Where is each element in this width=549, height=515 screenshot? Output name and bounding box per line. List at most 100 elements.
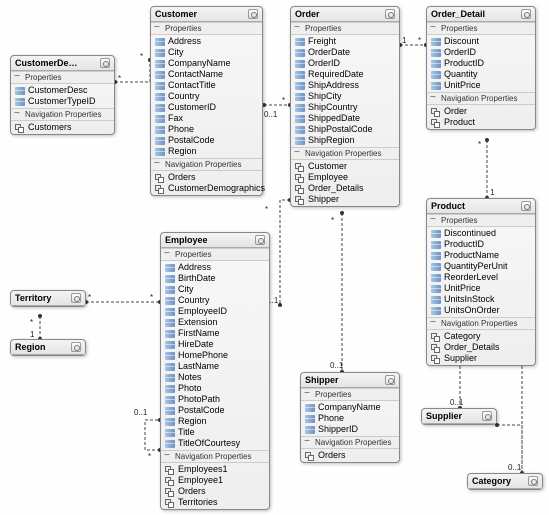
prop-item[interactable]: Address [163, 262, 267, 273]
prop-item[interactable]: OrderID [293, 58, 397, 69]
prop-item[interactable]: Country [163, 295, 267, 306]
collapse-icon[interactable] [14, 74, 22, 82]
section-header-nav[interactable]: Navigation Properties [427, 92, 535, 105]
prop-item[interactable]: HireDate [163, 339, 267, 350]
prop-item[interactable]: CustomerTypeID [13, 96, 112, 107]
prop-item[interactable]: Phone [153, 124, 260, 135]
prop-item[interactable]: Fax [153, 113, 260, 124]
pin-icon[interactable] [248, 9, 258, 19]
section-header-nav[interactable]: Navigation Properties [161, 450, 269, 463]
prop-item[interactable]: BirthDate [163, 273, 267, 284]
prop-item[interactable]: Address [153, 36, 260, 47]
prop-item[interactable]: Photo [163, 383, 267, 394]
entity-header[interactable]: Category [468, 474, 542, 489]
prop-item[interactable]: Phone [303, 413, 397, 424]
prop-item[interactable]: ShipRegion [293, 135, 397, 146]
pin-icon[interactable] [255, 235, 265, 245]
collapse-icon[interactable] [164, 453, 172, 461]
prop-item[interactable]: ProductID [429, 239, 533, 250]
prop-item[interactable]: UnitPrice [429, 283, 533, 294]
prop-item[interactable]: TitleOfCourtesy [163, 438, 267, 449]
prop-item[interactable]: PhotoPath [163, 394, 267, 405]
entity-header[interactable]: CustomerDe… [11, 56, 114, 71]
collapse-icon[interactable] [430, 95, 438, 103]
entity-header[interactable]: Region [11, 340, 85, 355]
pin-icon[interactable] [100, 58, 110, 68]
prop-item[interactable]: ShippedDate [293, 113, 397, 124]
prop-item[interactable]: Country [153, 91, 260, 102]
nav-item[interactable]: Orders [153, 172, 260, 183]
nav-item[interactable]: Employee [293, 172, 397, 183]
entity-product[interactable]: Product Properties DiscontinuedProductID… [426, 198, 536, 366]
entity-territory[interactable]: Territory [10, 290, 86, 307]
collapse-icon[interactable] [294, 150, 302, 158]
prop-item[interactable]: ContactTitle [153, 80, 260, 91]
entity-region[interactable]: Region [10, 339, 86, 356]
collapse-icon[interactable] [430, 25, 438, 33]
nav-item[interactable]: Shipper [293, 194, 397, 205]
prop-item[interactable]: ShipCountry [293, 102, 397, 113]
prop-item[interactable]: PostalCode [163, 405, 267, 416]
prop-item[interactable]: UnitsOnOrder [429, 305, 533, 316]
prop-item[interactable]: PostalCode [153, 135, 260, 146]
prop-item[interactable]: Freight [293, 36, 397, 47]
pin-icon[interactable] [385, 9, 395, 19]
section-header-props[interactable]: Properties [427, 214, 535, 227]
prop-item[interactable]: CustomerID [153, 102, 260, 113]
entity-orderdetail[interactable]: Order_Detail Properties DiscountOrderIDP… [426, 6, 536, 130]
entity-header[interactable]: Customer [151, 7, 262, 22]
section-header-nav[interactable]: Navigation Properties [151, 158, 262, 171]
section-header-props[interactable]: Properties [151, 22, 262, 35]
prop-item[interactable]: EmployeeID [163, 306, 267, 317]
prop-item[interactable]: OrderID [429, 47, 533, 58]
nav-item[interactable]: Territories [163, 497, 267, 508]
collapse-icon[interactable] [14, 111, 22, 119]
entity-employee[interactable]: Employee Properties AddressBirthDateCity… [160, 232, 270, 510]
prop-item[interactable]: ShipPostalCode [293, 124, 397, 135]
prop-item[interactable]: HomePhone [163, 350, 267, 361]
collapse-icon[interactable] [294, 25, 302, 33]
nav-item[interactable]: Order_Details [293, 183, 397, 194]
pin-icon[interactable] [528, 476, 538, 486]
entity-header[interactable]: Order_Detail [427, 7, 535, 22]
prop-item[interactable]: CustomerDesc [13, 85, 112, 96]
nav-item[interactable]: Customers [13, 122, 112, 133]
nav-item[interactable]: CustomerDemographics [153, 183, 260, 194]
prop-item[interactable]: CompanyName [303, 402, 397, 413]
prop-item[interactable]: CompanyName [153, 58, 260, 69]
prop-item[interactable]: QuantityPerUnit [429, 261, 533, 272]
entity-customer[interactable]: Customer Properties AddressCityCompanyNa… [150, 6, 263, 196]
entity-shipper[interactable]: Shipper Properties CompanyNamePhoneShipp… [300, 372, 400, 463]
section-header-nav[interactable]: Navigation Properties [427, 317, 535, 330]
prop-item[interactable]: UnitPrice [429, 80, 533, 91]
pin-icon[interactable] [521, 9, 531, 19]
nav-item[interactable]: Employee1 [163, 475, 267, 486]
entity-header[interactable]: Supplier [422, 409, 496, 424]
prop-item[interactable]: ProductName [429, 250, 533, 261]
prop-item[interactable]: Discontinued [429, 228, 533, 239]
entity-customerdemo[interactable]: CustomerDe… Properties CustomerDesc Cust… [10, 55, 115, 135]
prop-item[interactable]: Region [163, 416, 267, 427]
nav-item[interactable]: Employees1 [163, 464, 267, 475]
entity-header[interactable]: Order [291, 7, 399, 22]
prop-item[interactable]: UnitsInStock [429, 294, 533, 305]
pin-icon[interactable] [385, 375, 395, 385]
pin-icon[interactable] [71, 342, 81, 352]
entity-header[interactable]: Employee [161, 233, 269, 248]
prop-item[interactable]: Region [153, 146, 260, 157]
prop-item[interactable]: ReorderLevel [429, 272, 533, 283]
section-header-props[interactable]: Properties [291, 22, 399, 35]
section-header-nav[interactable]: Navigation Properties [301, 436, 399, 449]
prop-item[interactable]: OrderDate [293, 47, 397, 58]
collapse-icon[interactable] [164, 251, 172, 259]
entity-header[interactable]: Product [427, 199, 535, 214]
pin-icon[interactable] [71, 293, 81, 303]
collapse-icon[interactable] [304, 439, 312, 447]
entity-header[interactable]: Shipper [301, 373, 399, 388]
prop-item[interactable]: LastName [163, 361, 267, 372]
nav-item[interactable]: Order_Details [429, 342, 533, 353]
entity-supplier[interactable]: Supplier [421, 408, 497, 425]
prop-item[interactable]: ContactName [153, 69, 260, 80]
prop-item[interactable]: ShipAddress [293, 80, 397, 91]
nav-item[interactable]: Supplier [429, 353, 533, 364]
